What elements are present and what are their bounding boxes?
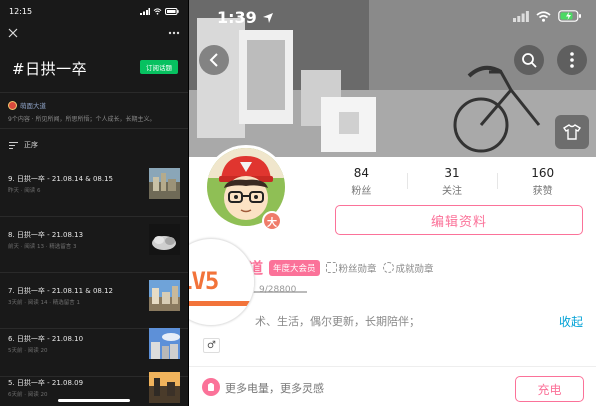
item-meta: 5天前 · 阅读 20 [8,348,48,354]
left-status-time: 12:15 [9,6,33,16]
collapse-link[interactable]: 收起 [559,313,583,330]
tshirt-icon [563,124,581,140]
item-meta: 6天前 · 阅读 20 [8,392,48,398]
thumbnail-image [149,372,180,403]
dress-up-button[interactable] [555,115,589,149]
more-button[interactable] [557,45,587,75]
close-icon[interactable] [8,28,18,38]
sort-toggle[interactable]: 正序 [9,140,38,150]
left-status-bar: 12:15 [9,5,179,17]
profile-banner: 1:39 [189,0,596,157]
signal-icon [140,7,150,15]
stats-bar: 84 粉丝 31 关注 160 获赞 [316,163,588,199]
thumbnail-image [149,168,180,199]
item-meta: 3天前 · 阅读 14 · 精选留言 1 [8,300,80,306]
thumbnail-image [149,280,180,311]
magnifier-loupe: LV5 [189,238,255,326]
item-meta: 前天 · 阅读 13 · 精选留言 3 [8,244,77,250]
left-status-icons [140,7,179,15]
battery-charging-icon [558,10,581,22]
stat-value: 160 [531,165,555,180]
location-arrow-icon [262,12,273,23]
item-title: 8. 日拱一卒 - 21.08.13 [8,231,84,239]
signature-text: 术、生活，偶尔更新，长期陪伴； [255,315,420,328]
stat-label: 获赞 [532,185,553,197]
left-nav-bar [8,24,180,42]
stat-following[interactable]: 31 关注 [406,163,498,199]
author-avatar [8,100,17,110]
item-title: 6. 日拱一卒 - 21.08.10 [8,335,84,343]
fan-medal-label: 粉丝勋章 [338,263,377,275]
thumbnail-image [149,328,180,359]
item-title: 5. 日拱一卒 - 21.08.09 [8,379,84,387]
battery-charge-icon [202,378,220,396]
status-time-text: 1:39 [217,8,257,27]
divider [189,366,596,367]
exp-text: 9/28800 [259,285,297,295]
stat-value: 31 [444,165,460,180]
list-item[interactable]: 8. 日拱一卒 - 21.08.13 前天 · 阅读 13 · 精选留言 3 [0,216,188,272]
achievement-icon [382,262,394,273]
stat-label: 关注 [442,185,462,197]
back-button[interactable] [199,45,229,75]
charge-promo-text: 更多电量，更多灵感 [225,382,324,395]
achievement-link[interactable]: 成就勋章 [382,261,434,275]
search-icon [522,53,537,68]
author-name: 萌面大道 [20,102,46,110]
status-time: 1:39 [217,8,274,27]
topic-title: #日拱一卒 [12,60,88,78]
list-item[interactable]: 9. 日拱一卒 - 21.08.14 & 08.15 昨天 · 阅读 6 [0,160,188,216]
achievement-label: 成就勋章 [395,263,434,275]
chevron-left-icon [209,53,218,67]
subscribe-button[interactable]: 订阅话题 [140,60,178,74]
stat-followers[interactable]: 84 粉丝 [316,163,407,199]
wechat-topic-screen: 12:15 #日拱一卒 订阅话题 萌面大道 9个内容 · 所见所闻，所思所悟；个… [0,0,188,406]
stat-likes[interactable]: 160 获赞 [497,163,588,199]
fan-medal-icon [325,262,337,273]
item-meta: 昨天 · 阅读 6 [8,188,41,194]
divider [0,92,188,93]
verified-badge: 大 [262,211,282,231]
thumbnail-image [149,224,180,255]
vip-badge[interactable]: 年度大会员 [269,259,320,276]
stat-label: 粉丝 [351,185,372,197]
edit-profile-button[interactable]: 编辑资料 [335,205,583,235]
sort-label: 正序 [24,141,38,149]
level-badge: LV5 [189,267,219,295]
fan-medal-link[interactable]: 粉丝勋章 [325,261,377,275]
topic-description: 9个内容 · 所见所闻，所思所悟；个人成长，长期主义。 [8,116,156,123]
gender-male-icon: ♂ [203,338,220,353]
more-vertical-icon [570,52,574,68]
signal-icon [513,10,529,22]
charge-button[interactable]: 充电 [515,376,584,402]
bilibili-profile-screen: 1:39 大 84 粉丝 31 关注 160 获赞 编辑资料 年度大会员 粉丝勋… [189,0,596,406]
item-title: 7. 日拱一卒 - 21.08.11 & 08.12 [8,287,113,295]
battery-icon [165,7,179,15]
item-title: 9. 日拱一卒 - 21.08.14 & 08.15 [8,175,113,183]
status-icons [513,10,582,22]
sort-icon [9,141,18,149]
home-indicator [58,399,130,402]
search-button[interactable] [514,45,544,75]
wifi-icon [153,7,162,15]
divider [0,128,188,129]
wifi-icon [536,10,551,22]
more-icon[interactable] [168,31,180,35]
stat-value: 84 [353,165,369,180]
author-row[interactable]: 萌面大道 [8,100,46,110]
